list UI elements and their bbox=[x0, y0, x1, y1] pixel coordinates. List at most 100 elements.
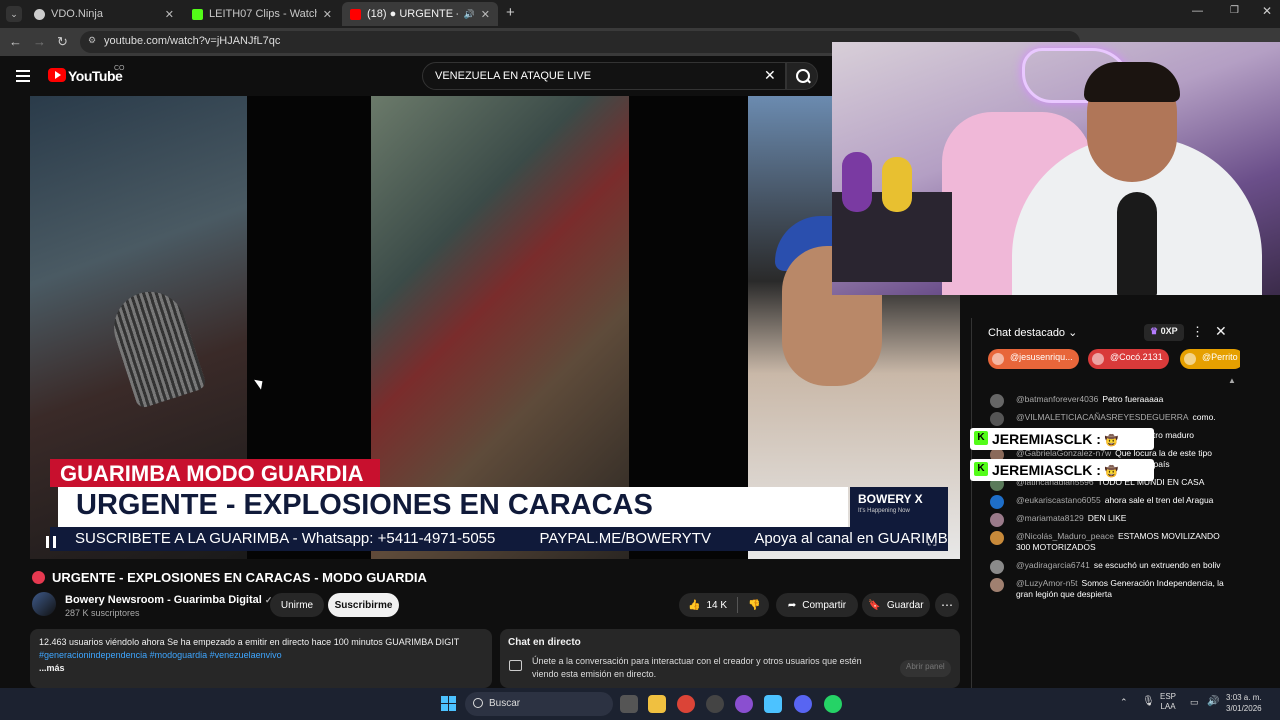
fullscreen-icon[interactable]: ⛶ bbox=[928, 534, 936, 549]
search-input[interactable]: VENEZUELA EN ATAQUE LIVE bbox=[422, 62, 786, 90]
app-icon[interactable] bbox=[706, 695, 724, 713]
kick-favicon-icon bbox=[192, 8, 203, 20]
channel-name[interactable]: Bowery Newsroom - Guarimba Digital ✓ bbox=[65, 594, 272, 606]
subscriber-count: 287 K suscriptores bbox=[65, 608, 140, 618]
subscribe-button[interactable]: Suscribirme bbox=[328, 593, 399, 617]
bowery-x-logo: BOWERY X It's Happening Now bbox=[850, 487, 948, 527]
chat-mode-selector[interactable]: Chat destacado ⌄ bbox=[988, 326, 1077, 339]
tab-youtube-video[interactable]: (18) ● URGENTE - EXPLOS 🔊 ✕ bbox=[342, 2, 498, 26]
minimize-window-button[interactable]: — bbox=[1192, 5, 1203, 17]
close-tab-icon[interactable]: ✕ bbox=[481, 8, 490, 21]
streamer-hair-image bbox=[1084, 62, 1180, 102]
discord-icon[interactable] bbox=[794, 695, 812, 713]
thumbs-up-icon[interactable]: 👍 bbox=[688, 600, 700, 611]
chrome-icon[interactable] bbox=[677, 695, 695, 713]
join-button[interactable]: Unirme bbox=[270, 593, 324, 617]
live-chat-panel: Chat destacado ⌄ ♛ 0XP ⋮ ✕ @jesusenriqu.… bbox=[971, 318, 1240, 688]
chat-author[interactable]: @mariamata8129 bbox=[1016, 513, 1084, 523]
close-tab-icon[interactable]: ✕ bbox=[165, 8, 174, 21]
site-info-icon[interactable]: ⚙ bbox=[88, 35, 96, 46]
chat-message-list: @batmanforever4036 Petro fueraaaaa @VILMAL… bbox=[982, 394, 1232, 607]
chat-author[interactable]: @eukariscastano6055 bbox=[1016, 495, 1101, 505]
chat-avatar[interactable] bbox=[990, 495, 1004, 509]
windows-taskbar: Buscar ⌃ 🎙 ESP LAA ▭ 🔊 3:03 a. m. 3/01/2… bbox=[0, 688, 1280, 720]
chat-more-options-icon[interactable]: ⋮ bbox=[1191, 324, 1204, 340]
microphone-icon[interactable]: 🎙 bbox=[1142, 696, 1155, 707]
clear-search-icon[interactable]: ✕ bbox=[764, 67, 776, 84]
kick-chat-overlay: JEREMIASCLK : 🤠 bbox=[970, 459, 1154, 481]
audio-playing-icon[interactable]: 🔊 bbox=[464, 9, 475, 20]
super-chat-ticker[interactable]: @jesusenriqu... bbox=[988, 349, 1079, 369]
chat-message: @mariamata8129 DEN LIKE bbox=[982, 513, 1232, 527]
live-chat-invite-text: Únete a la conversación para interactuar… bbox=[532, 656, 862, 679]
description-hashtags[interactable]: #generacionindependencia #modoguardia #v… bbox=[39, 649, 483, 662]
share-button[interactable]: ➦ Compartir bbox=[776, 593, 858, 617]
back-arrow-icon[interactable]: ← bbox=[9, 34, 22, 49]
chat-avatar[interactable] bbox=[990, 578, 1004, 592]
input-language[interactable]: ESP LAA bbox=[1160, 692, 1176, 712]
more-actions-button[interactable]: ⋯ bbox=[935, 593, 959, 617]
whatsapp-icon[interactable] bbox=[824, 695, 842, 713]
chat-avatar[interactable] bbox=[990, 513, 1004, 527]
emote-icon: 🤠 bbox=[1104, 435, 1119, 447]
close-chat-icon[interactable]: ✕ bbox=[1215, 323, 1227, 340]
chat-author[interactable]: @yadiragarcia6741 bbox=[1016, 560, 1090, 570]
pause-icon[interactable] bbox=[46, 536, 56, 548]
tab-list-chevron-icon[interactable]: ⌄ bbox=[6, 6, 22, 22]
file-explorer-icon[interactable] bbox=[648, 695, 666, 713]
chat-bubble-icon bbox=[509, 660, 522, 671]
browser-tab-bar: ⌄ VDO.Ninja ✕ LEITH07 Clips - Watch Live… bbox=[0, 0, 1280, 28]
chat-author[interactable]: @Nicolás_Maduro_peace bbox=[1016, 531, 1114, 541]
live-chat-heading: Chat en directo bbox=[508, 637, 581, 648]
thumbs-down-icon[interactable]: 👎 bbox=[748, 600, 760, 611]
reload-icon[interactable]: ↻ bbox=[57, 34, 68, 50]
tab-kick-clips[interactable]: LEITH07 Clips - Watch Live on K ✕ bbox=[184, 2, 340, 26]
open-panel-button[interactable]: Abrir panel bbox=[900, 660, 951, 677]
chat-message: @eukariscastano6055 ahora sale el tren de… bbox=[982, 495, 1232, 509]
taskbar-search[interactable]: Buscar bbox=[465, 692, 613, 716]
super-chat-ticker[interactable]: @Cocó.2131 bbox=[1088, 349, 1169, 369]
chat-avatar[interactable] bbox=[990, 412, 1004, 426]
scroll-up-arrow-icon[interactable]: ▲ bbox=[1228, 376, 1236, 385]
chat-avatar[interactable] bbox=[990, 394, 1004, 408]
hamburger-menu-icon[interactable] bbox=[16, 70, 30, 82]
chat-text: se escuchó un extruendo en boliv bbox=[1093, 560, 1221, 570]
new-tab-button[interactable]: + bbox=[506, 4, 515, 21]
taskbar-clock[interactable]: 3:03 a. m. 3/01/2026 bbox=[1226, 692, 1262, 714]
description-box[interactable]: 12.463 usuarios viéndolo ahora Se ha emp… bbox=[30, 629, 492, 688]
video-player[interactable]: GUARIMBA MODO GUARDIA URGENTE - EXPLOSIO… bbox=[30, 96, 960, 559]
live-chat-collapsed-panel: Chat en directo Únete a la conversación … bbox=[500, 629, 960, 688]
volume-icon[interactable]: 🔊 bbox=[1207, 696, 1219, 707]
task-view-icon[interactable] bbox=[620, 695, 638, 713]
super-chat-ticker[interactable]: @Perrito bbox=[1180, 349, 1240, 369]
xp-badge[interactable]: ♛ 0XP bbox=[1144, 324, 1184, 341]
like-dislike-button[interactable]: 👍 14 K 👎 bbox=[679, 593, 769, 617]
close-tab-icon[interactable]: ✕ bbox=[323, 8, 332, 21]
channel-avatar[interactable] bbox=[32, 592, 56, 616]
forward-arrow-icon[interactable]: → bbox=[33, 34, 46, 49]
maximize-window-button[interactable]: ❐ bbox=[1230, 5, 1239, 16]
figurine-image bbox=[842, 152, 872, 212]
chat-avatar[interactable] bbox=[990, 560, 1004, 574]
tray-chevron-icon[interactable]: ⌃ bbox=[1120, 697, 1128, 708]
search-button[interactable] bbox=[786, 62, 818, 90]
description-more-link[interactable]: ...más bbox=[39, 662, 483, 675]
close-window-button[interactable]: ✕ bbox=[1262, 4, 1272, 18]
description-stats: 12.463 usuarios viéndolo ahora Se ha emp… bbox=[39, 637, 460, 647]
chat-message: @VILMALETICIACAÑASREYESDEGUERRA como. bbox=[982, 412, 1232, 426]
app-icon[interactable] bbox=[735, 695, 753, 713]
chat-text: ahora sale el tren del Aragua bbox=[1104, 495, 1214, 505]
youtube-logo-icon[interactable] bbox=[48, 68, 66, 82]
save-button[interactable]: 🔖 Guardar bbox=[862, 593, 930, 617]
tab-vdo-ninja[interactable]: VDO.Ninja ✕ bbox=[26, 2, 182, 26]
chat-author[interactable]: @batmanforever4036 bbox=[1016, 394, 1098, 404]
chat-author[interactable]: @LuzyAmor-n5t bbox=[1016, 578, 1078, 588]
emote-icon: 🤠 bbox=[1104, 466, 1119, 478]
chat-author[interactable]: @VILMALETICIACAÑASREYESDEGUERRA bbox=[1016, 412, 1189, 422]
chat-text: DEN LIKE bbox=[1087, 513, 1127, 523]
notepad-icon[interactable] bbox=[764, 695, 782, 713]
chat-avatar[interactable] bbox=[990, 531, 1004, 545]
webcam-overlay bbox=[832, 42, 1280, 295]
network-icon[interactable]: ▭ bbox=[1190, 697, 1199, 708]
windows-start-icon[interactable] bbox=[441, 696, 456, 711]
